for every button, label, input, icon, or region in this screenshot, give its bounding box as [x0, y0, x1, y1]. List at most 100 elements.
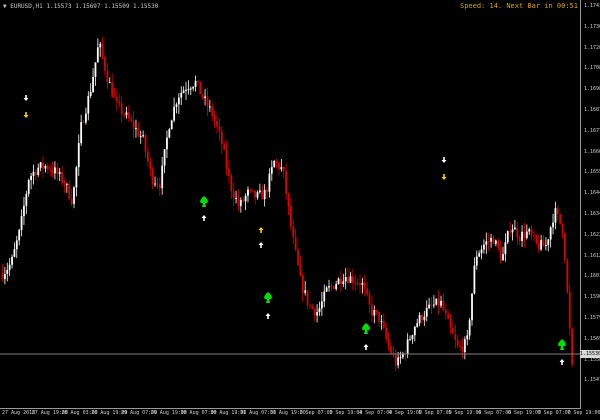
candle-body — [406, 339, 409, 355]
candle-body — [177, 97, 180, 105]
candle-body — [135, 128, 137, 130]
price-axis-label: 1.16340 — [584, 211, 600, 217]
candle-body — [425, 308, 428, 317]
price-chart[interactable] — [0, 0, 600, 420]
price-axis-label: 1.16445 — [584, 190, 600, 197]
candle-body — [13, 249, 16, 257]
candle-body — [142, 135, 145, 137]
candle-body — [537, 242, 540, 250]
candle-body — [170, 120, 173, 130]
candle-body — [228, 168, 230, 176]
candle-body — [390, 346, 392, 354]
candle-body — [564, 233, 566, 261]
price-axis-label: 1.15795 — [584, 315, 600, 321]
candle-body — [535, 235, 538, 243]
chart-window[interactable]: ▼ EURUSD,H1 1.15573 1.15697 1.15509 1.15… — [0, 0, 600, 420]
candle-body — [525, 231, 528, 239]
candle-body — [413, 326, 416, 336]
candle-body — [337, 278, 340, 285]
candle-body — [263, 189, 266, 200]
candle-body — [320, 301, 323, 309]
candle-body — [328, 286, 330, 288]
candle-body — [166, 137, 168, 150]
candle-body — [299, 265, 302, 276]
candle-body — [11, 256, 13, 265]
candle-body — [77, 143, 80, 168]
candle-body — [65, 183, 68, 185]
candle-body — [46, 165, 49, 170]
candle-body — [292, 226, 295, 237]
candle-body — [454, 334, 457, 340]
candle-body — [440, 300, 442, 306]
candle-body — [218, 126, 221, 132]
price-axis-label: 1.16665 — [584, 148, 600, 155]
candle-body — [180, 92, 183, 98]
candle-body — [220, 131, 223, 145]
timer-text: Speed: 14. Next Bar in 00:51 — [459, 2, 578, 10]
candle-body — [373, 309, 376, 316]
arrow-up-icon — [559, 359, 565, 365]
candle-body — [278, 162, 280, 170]
candle-body — [149, 161, 152, 170]
candle-body — [423, 316, 426, 321]
candle-body — [418, 314, 421, 324]
price-axis-label: 1.15690 — [584, 335, 600, 342]
time-axis-label: 4 Sep 07:00 — [359, 410, 393, 416]
price-axis-label: 1.17410 — [584, 3, 600, 9]
candle-body — [380, 321, 383, 323]
candle-body — [385, 327, 388, 339]
candle-body — [533, 235, 535, 237]
candle-body — [82, 122, 85, 124]
candle-body — [504, 242, 507, 255]
candle-body — [516, 227, 519, 238]
candle-body — [282, 166, 285, 171]
candle-body — [487, 241, 490, 243]
candle-body — [27, 180, 30, 194]
time-axis-label: 6 Sep 19:00 — [507, 410, 541, 416]
candle-body — [275, 160, 278, 163]
candle-body — [475, 256, 478, 266]
candle-body — [199, 81, 202, 95]
candle-body — [568, 291, 571, 329]
candle-body — [499, 248, 502, 261]
candle-body — [492, 237, 495, 244]
candle-body — [478, 253, 481, 257]
candle-body — [301, 275, 304, 293]
symbol-info: ▼ EURUSD,H1 1.15573 1.15697 1.15509 1.15… — [3, 3, 159, 10]
candle-body — [120, 103, 123, 115]
time-axis-label: 4 Sep 19:00 — [388, 410, 422, 416]
candle-body — [251, 189, 254, 191]
candle-body — [18, 229, 21, 241]
candle-body — [371, 304, 373, 316]
candle-body — [113, 96, 116, 98]
candle-body — [449, 318, 452, 328]
candle-body — [70, 198, 73, 204]
candles-group — [1, 37, 574, 371]
candle-body — [330, 286, 333, 288]
candle-body — [502, 254, 504, 261]
candle-body — [556, 208, 559, 215]
candle-body — [559, 214, 562, 224]
candle-body — [89, 91, 92, 96]
candle-body — [344, 276, 347, 282]
candle-body — [75, 167, 78, 188]
candle-body — [259, 190, 261, 193]
candle-body — [127, 112, 130, 119]
candle-body — [37, 167, 40, 175]
candle-body — [435, 298, 438, 305]
candle-body — [514, 227, 516, 230]
candle-body — [15, 240, 18, 250]
price-axis-label: 1.16550 — [584, 169, 600, 176]
candle-body — [428, 304, 431, 309]
candle-body — [456, 339, 459, 347]
candle-body — [249, 189, 252, 191]
time-axis-label: 3 Sep 19:00 — [329, 410, 363, 416]
candle-body — [289, 205, 292, 227]
candle-body — [58, 171, 61, 175]
candle-body — [146, 151, 149, 162]
price-axis-label: 1.16225 — [584, 231, 600, 238]
candle-body — [528, 229, 531, 232]
candle-body — [239, 199, 242, 206]
candle-body — [306, 290, 309, 306]
candle-body — [189, 88, 192, 90]
